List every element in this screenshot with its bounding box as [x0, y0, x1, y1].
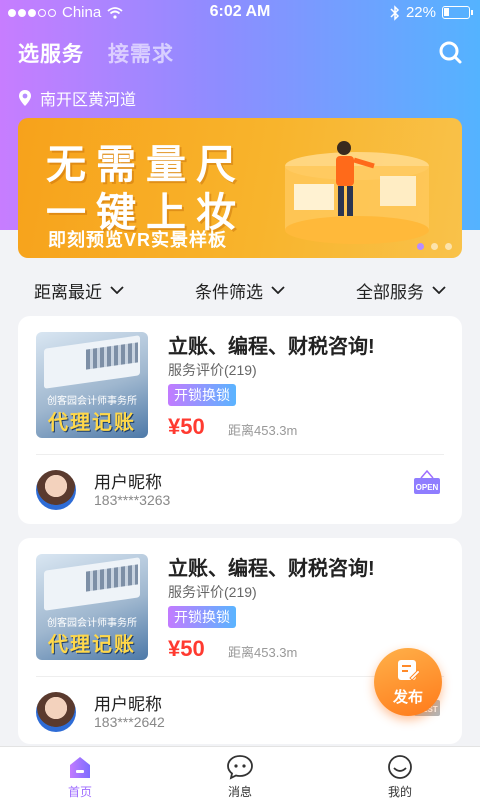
chevron-down-icon [271, 286, 285, 294]
service-rating: 服务评价(219) [168, 584, 257, 600]
bottom-tab-bar: 首页 消息 我的 [0, 746, 480, 800]
user-phone: 183***2642 [94, 714, 165, 730]
location-text: 南开区黄河道 [40, 92, 137, 109]
avatar[interactable] [36, 470, 76, 510]
filter-all-services-label: 全部服务 [356, 282, 424, 302]
service-price: ¥50 [168, 414, 205, 439]
banner-dot[interactable] [445, 243, 452, 250]
tab-select-service[interactable]: 选服务 [18, 38, 84, 68]
location-selector[interactable]: 南开区黄河道 [18, 86, 136, 110]
home-icon [70, 757, 90, 778]
banner-dot[interactable] [417, 243, 424, 250]
chevron-down-icon [110, 286, 124, 294]
profile-icon [388, 755, 412, 779]
service-title: 立账、编程、财税咨询! [168, 336, 375, 358]
banner-illustration [285, 141, 429, 244]
search-icon[interactable] [436, 38, 464, 66]
publish-button[interactable]: 发布 [374, 648, 442, 716]
service-price: ¥50 [168, 636, 205, 661]
thumbnail-title: 代理记账 [48, 634, 136, 656]
location-pin-icon [19, 90, 31, 106]
filter-conditions-label: 条件筛选 [195, 282, 263, 302]
promo-banner[interactable]: 无需量尺 一键上妆 即刻预览VR实景样板 [18, 118, 462, 258]
user-name: 用户昵称 [94, 473, 162, 492]
edit-icon [398, 660, 420, 681]
service-card[interactable]: 创客园会计师事务所 代理记账 立账、编程、财税咨询! 服务评价(219) 开锁换… [18, 316, 462, 524]
battery-percent: 22% [405, 4, 436, 21]
service-tag: 开锁换锁 [168, 606, 236, 628]
open-sign-icon: OPEN [414, 469, 440, 494]
service-distance: 距离453.3m [228, 645, 298, 660]
tab-home[interactable]: 首页 [0, 747, 160, 800]
user-phone: 183****3263 [94, 492, 171, 508]
publish-label: 发布 [392, 689, 423, 706]
tab-profile[interactable]: 我的 [320, 747, 480, 800]
banner-dot[interactable] [431, 243, 438, 250]
service-rating: 服务评价(219) [168, 362, 257, 378]
thumbnail-firm: 创客园会计师事务所 [47, 618, 137, 629]
tab-messages[interactable]: 消息 [160, 747, 320, 800]
avatar[interactable] [36, 692, 76, 732]
filter-all-services[interactable]: 全部服务 [356, 272, 446, 308]
status-bar: China 6:02 AM 22% [0, 0, 480, 26]
tab-profile-label: 我的 [387, 785, 412, 799]
tab-messages-label: 消息 [227, 785, 252, 799]
tab-home-label: 首页 [67, 785, 92, 799]
service-thumbnail: 创客园会计师事务所 代理记账 [36, 332, 148, 438]
service-thumbnail: 创客园会计师事务所 代理记账 [36, 554, 148, 660]
service-title: 立账、编程、财税咨询! [168, 558, 375, 580]
tab-take-demand[interactable]: 接需求 [108, 38, 174, 68]
filter-conditions[interactable]: 条件筛选 [195, 272, 285, 308]
battery-icon [442, 6, 473, 19]
filter-distance[interactable]: 距离最近 [34, 272, 124, 308]
top-tabs: 选服务 接需求 [18, 38, 174, 68]
service-distance: 距离453.3m [228, 423, 298, 438]
filter-bar: 距离最近 条件筛选 全部服务 [0, 272, 480, 308]
filter-distance-label: 距离最近 [34, 282, 102, 302]
chevron-down-icon [432, 286, 446, 294]
banner-indicators [417, 243, 452, 250]
banner-subtitle: 即刻预览VR实景样板 [48, 230, 228, 250]
thumbnail-firm: 创客园会计师事务所 [47, 396, 137, 407]
message-icon [227, 755, 253, 780]
shop-status-label: OPEN [416, 483, 439, 492]
divider [36, 454, 444, 455]
thumbnail-title: 代理记账 [48, 412, 136, 434]
service-tag: 开锁换锁 [168, 384, 236, 406]
user-name: 用户昵称 [94, 695, 162, 714]
bluetooth-icon [390, 4, 400, 21]
